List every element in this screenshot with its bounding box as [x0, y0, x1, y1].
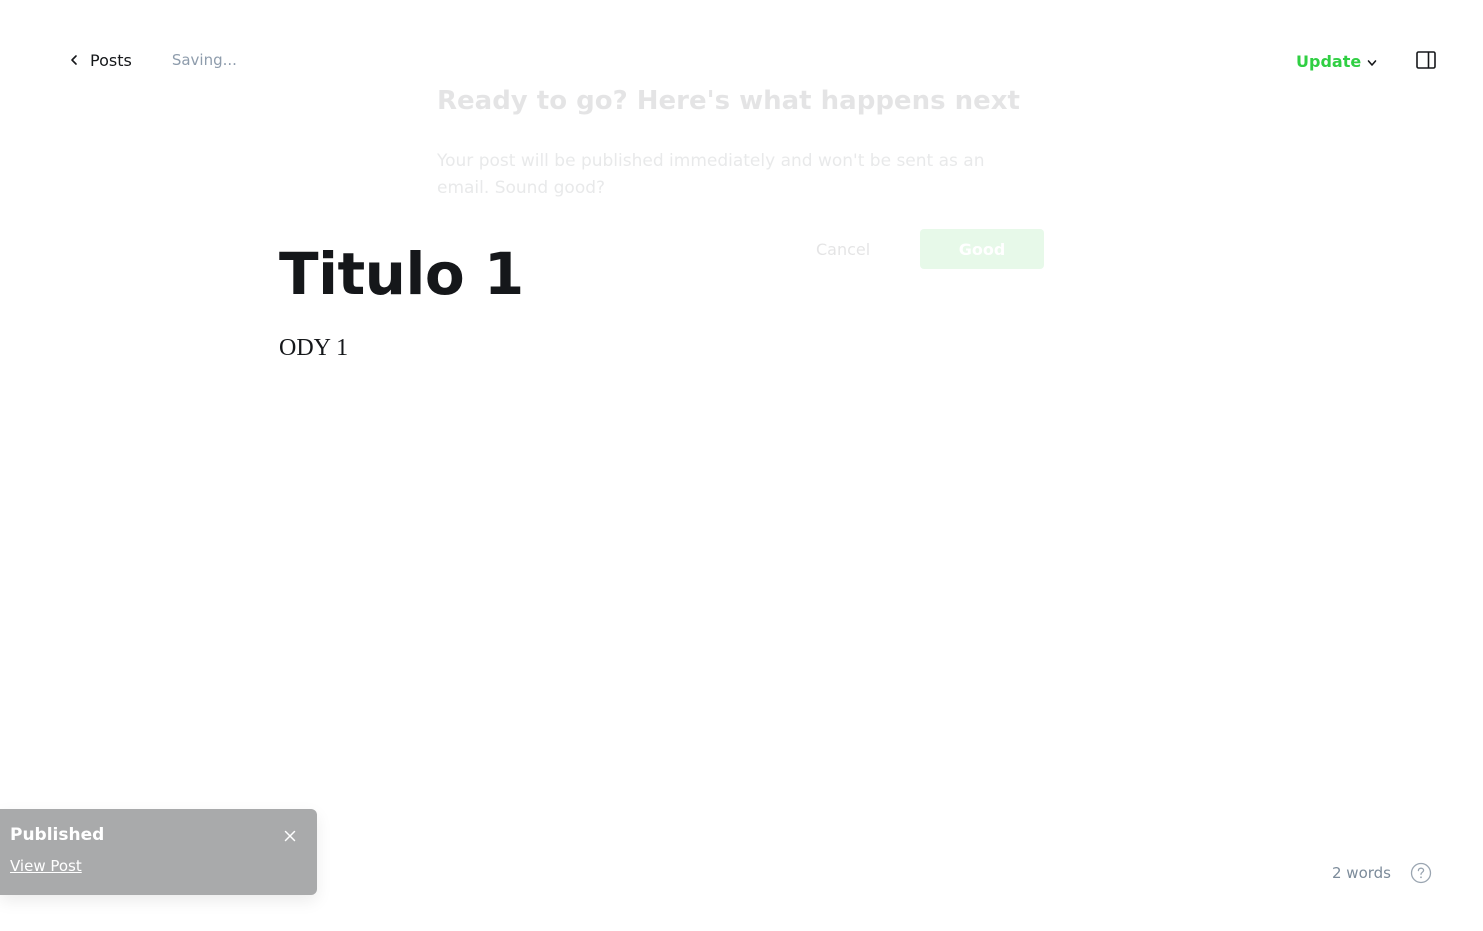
- back-link-label: Posts: [90, 50, 132, 70]
- view-post-link[interactable]: View Post: [10, 857, 82, 875]
- back-to-posts-link[interactable]: Posts: [68, 51, 132, 70]
- update-button-label: Update: [1296, 51, 1362, 71]
- chevron-left-icon: [71, 55, 77, 65]
- modal-confirm-button[interactable]: Good: [920, 229, 1044, 269]
- word-count: 2 words: [1332, 864, 1391, 882]
- post-title[interactable]: Titulo 1: [279, 238, 524, 310]
- published-toast: Published View Post: [0, 809, 317, 895]
- top-bar-left: Posts Saving...: [68, 46, 237, 74]
- save-status: Saving...: [171, 51, 237, 69]
- modal-cancel-button[interactable]: Cancel: [816, 240, 870, 259]
- post-body[interactable]: ODY 1: [279, 333, 348, 363]
- toast-title: Published: [10, 825, 105, 845]
- modal-text: Your post will be published immediately …: [437, 151, 985, 198]
- close-icon[interactable]: [282, 828, 298, 844]
- modal-title: Ready to go? Here's what happens next: [437, 86, 1020, 116]
- chevron-down-icon: [1367, 59, 1377, 66]
- help-icon[interactable]: [1410, 862, 1432, 884]
- sidebar-panel-icon[interactable]: [1415, 49, 1437, 71]
- update-button[interactable]: Update: [1296, 48, 1377, 74]
